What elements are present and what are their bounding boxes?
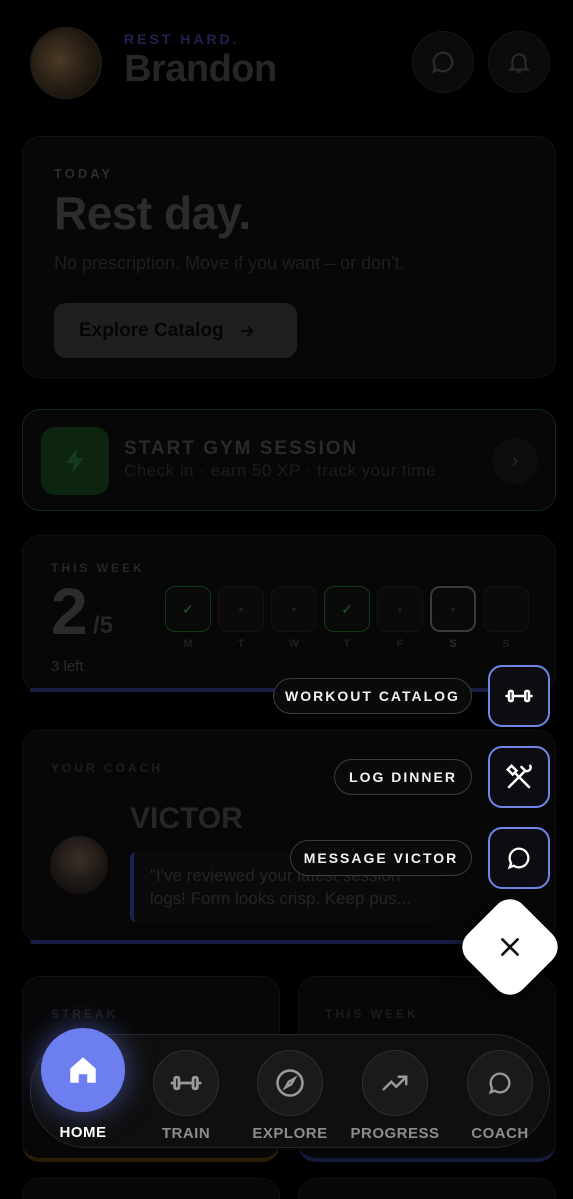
day-box[interactable]: • [430, 586, 476, 632]
workout-catalog-label[interactable]: WORKOUT CATALOG [273, 678, 472, 714]
nav-explore-circle[interactable] [257, 1050, 323, 1116]
week-stat-label: THIS WEEK [325, 1007, 419, 1021]
gym-session-title: START GYM SESSION [124, 438, 359, 459]
day-letter: T [237, 638, 245, 650]
coach-name: VICTOR [130, 802, 243, 835]
nav-train-circle[interactable] [153, 1050, 219, 1116]
coach-label: YOUR COACH [51, 761, 164, 775]
nav-explore[interactable]: EXPLORE [240, 1050, 340, 1142]
workouts-remaining: 3 left [51, 658, 84, 675]
lightning-icon [66, 448, 84, 474]
day-letter: S [449, 638, 457, 650]
nav-coach-label: COACH [471, 1125, 529, 1142]
nav-progress-circle[interactable] [362, 1050, 428, 1116]
message-victor-label[interactable]: MESSAGE VICTOR [290, 840, 472, 876]
nav-coach[interactable]: COACH [450, 1050, 550, 1142]
nav-progress-label: PROGRESS [350, 1125, 440, 1142]
compass-icon [276, 1069, 304, 1097]
stat-card [298, 1178, 556, 1199]
gym-session-icon-box [41, 427, 109, 495]
greeting: REST HARD. [124, 31, 240, 47]
day-box[interactable] [483, 586, 529, 632]
nav-coach-circle[interactable] [467, 1050, 533, 1116]
coach-avatar [50, 836, 108, 894]
today-label: TODAY [54, 166, 114, 181]
dumbbell-icon [505, 689, 533, 703]
day-letter: M [183, 638, 193, 650]
workout-catalog-button[interactable] [488, 665, 550, 727]
workouts-goal: /5 [93, 612, 114, 639]
log-dinner-button[interactable] [488, 746, 550, 808]
day-letter: W [288, 638, 300, 650]
day-box[interactable]: • [218, 586, 264, 632]
nav-explore-label: EXPLORE [252, 1125, 328, 1142]
home-page: REST HARD. Brandon TODAY Rest day. No pr… [0, 0, 573, 1199]
avatar[interactable] [30, 27, 102, 99]
chat-icon [488, 1072, 511, 1095]
nav-progress[interactable]: PROGRESS [345, 1050, 445, 1142]
stat-card [22, 1178, 280, 1199]
nav-train-label: TRAIN [161, 1125, 211, 1142]
today-title: Rest day. [54, 187, 251, 239]
username: Brandon [124, 48, 277, 90]
nav-train[interactable]: TRAIN [136, 1050, 236, 1142]
bell-icon [507, 53, 531, 73]
arrow-right-icon [240, 325, 254, 336]
nav-home-button[interactable] [41, 1028, 125, 1112]
explore-catalog-label: Explore Catalog [79, 319, 224, 341]
day-box[interactable]: • [377, 586, 423, 632]
log-dinner-label[interactable]: LOG DINNER [334, 759, 472, 795]
notifications-button[interactable] [488, 31, 550, 93]
day-letter: S [502, 638, 510, 650]
today-subtitle: No prescription. Move if you want – or d… [54, 253, 405, 273]
nav-home-label[interactable]: HOME [33, 1124, 133, 1141]
chat-icon [431, 51, 454, 74]
explore-catalog-button[interactable]: Explore Catalog [54, 303, 297, 358]
close-icon[interactable] [494, 931, 526, 963]
gym-session-subtitle: Check in · earn 50 XP · track your time [124, 461, 437, 480]
chevron-right-icon[interactable]: › [492, 438, 538, 484]
messages-button[interactable] [412, 31, 474, 93]
dumbbell-icon [170, 1075, 202, 1091]
streak-label: STREAK [51, 1007, 119, 1021]
fork-knife-icon [505, 763, 532, 789]
day-box[interactable]: ✓ [324, 586, 370, 632]
day-box[interactable]: ✓ [165, 586, 211, 632]
day-letter: T [343, 638, 351, 650]
workouts-completed: 2 [51, 574, 88, 648]
trend-icon [382, 1075, 408, 1091]
day-letter: F [396, 638, 404, 650]
chat-icon [507, 847, 530, 870]
home-icon [70, 1057, 96, 1083]
message-victor-button[interactable] [488, 827, 550, 889]
day-box[interactable]: • [271, 586, 317, 632]
